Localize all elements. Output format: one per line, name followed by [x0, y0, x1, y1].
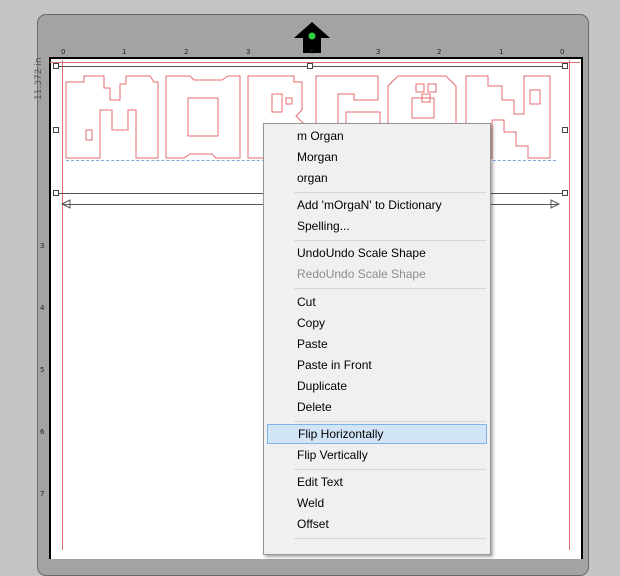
ruler-tick: 0: [61, 48, 66, 56]
menu-item-redo: RedoUndo Scale Shape: [297, 267, 426, 281]
menu-item-add-to-dictionary[interactable]: Add 'mOrgaN' to Dictionary: [267, 195, 487, 215]
mat-margin-line: [569, 60, 570, 550]
menu-item-suggestion-morgan[interactable]: Morgan: [267, 147, 487, 167]
resize-handle[interactable]: [562, 190, 568, 196]
menu-item-duplicate[interactable]: Duplicate: [267, 376, 487, 396]
context-menu: m Organ Morgan organ Add 'mOrgaN' to Dic…: [263, 123, 491, 555]
origin-dot-icon: [308, 32, 316, 40]
resize-handle[interactable]: [307, 63, 313, 69]
menu-item-paste[interactable]: Paste: [267, 334, 487, 354]
ruler-tick: 1: [122, 48, 127, 56]
menu-item-weld[interactable]: Weld: [267, 493, 487, 513]
ruler-tick: 2: [184, 48, 189, 56]
ruler-left: 3 4 5 6 7: [39, 60, 49, 540]
menu-separator: [294, 469, 486, 470]
ruler-tick: 2: [437, 48, 442, 56]
menu-item-delete[interactable]: Delete: [267, 397, 487, 417]
menu-item-paste-in-front[interactable]: Paste in Front: [267, 355, 487, 375]
ruler-tick: 4: [40, 304, 45, 312]
ruler-tick: 3: [376, 48, 381, 56]
menu-separator: [294, 288, 486, 289]
dimension-arrow-left-icon: [61, 199, 71, 209]
ruler-tick: 1: [499, 48, 504, 56]
mat-margin-line: [50, 62, 580, 63]
resize-handle[interactable]: [562, 63, 568, 69]
menu-separator: [294, 240, 486, 241]
ruler-tick: 3: [246, 48, 251, 56]
ruler-tick: 5: [40, 366, 45, 374]
menu-separator: [294, 421, 486, 422]
ruler-tick: 3: [40, 242, 45, 250]
ruler-tick: 6: [40, 428, 45, 436]
menu-item-undo[interactable]: UndoUndo Scale Shape: [267, 243, 487, 263]
ruler-tick: 4: [309, 48, 314, 56]
dimension-arrow-right-icon: [550, 199, 560, 209]
menu-item-offset[interactable]: Offset: [267, 514, 487, 534]
menu-item-suggestion-organ[interactable]: organ: [267, 168, 487, 188]
menu-item-spelling[interactable]: Spelling...: [267, 216, 487, 236]
height-dimension-label: 11.372 in: [34, 57, 44, 100]
resize-handle[interactable]: [562, 127, 568, 133]
menu-item-flip-horizontally[interactable]: Flip Horizontally: [267, 424, 487, 444]
menu-item-flip-vertically[interactable]: Flip Vertically: [267, 445, 487, 465]
ruler-tick: 7: [40, 490, 45, 498]
resize-handle[interactable]: [53, 190, 59, 196]
menu-separator: [294, 538, 486, 539]
ruler-tick: 0: [560, 48, 565, 56]
menu-item-cut[interactable]: Cut: [267, 292, 487, 312]
resize-handle[interactable]: [53, 63, 59, 69]
menu-item-copy[interactable]: Copy: [267, 313, 487, 333]
menu-separator: [294, 192, 486, 193]
resize-handle[interactable]: [53, 127, 59, 133]
menu-item-edit-text[interactable]: Edit Text: [267, 472, 487, 492]
menu-item-suggestion-m-organ[interactable]: m Organ: [267, 126, 487, 146]
